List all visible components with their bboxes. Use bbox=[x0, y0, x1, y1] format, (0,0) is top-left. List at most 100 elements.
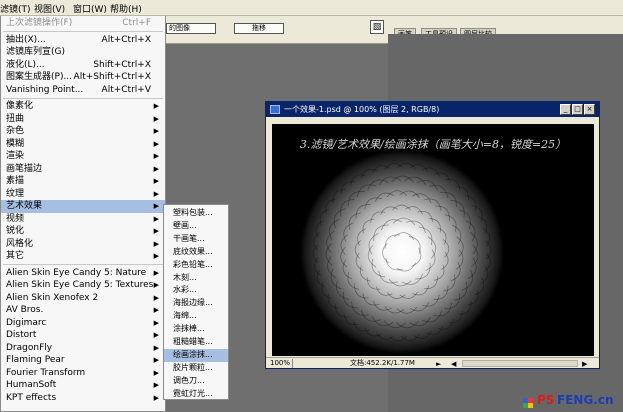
menu-item-plugin-3[interactable]: AV Bros. ▶ bbox=[1, 304, 165, 317]
menu-item-filter-0[interactable]: 像素化 ▶ bbox=[1, 100, 165, 113]
submenu-item-label: 水彩... bbox=[173, 285, 197, 295]
menu-item-shortcut: Shift+Ctrl+X bbox=[93, 59, 151, 70]
menu-item-filter-3[interactable]: 模糊 ▶ bbox=[1, 138, 165, 151]
submenu-item-14[interactable]: 霓虹灯光... bbox=[164, 388, 228, 401]
close-icon[interactable]: × bbox=[584, 104, 595, 115]
menu-item-filter-6[interactable]: 素描 ▶ bbox=[1, 175, 165, 188]
menu-item-shortcut: Alt+Ctrl+V bbox=[101, 84, 151, 95]
status-arrow-icon[interactable]: ► bbox=[436, 359, 441, 370]
submenu-item-10[interactable]: 粗糙蜡笔... bbox=[164, 336, 228, 349]
watermark-right: FENG.cn bbox=[557, 393, 614, 407]
menu-item-label: KPT effects bbox=[6, 392, 57, 403]
menu-item-label: Digimarc bbox=[6, 317, 47, 328]
menu-item-plugin-6[interactable]: DragonFly ▶ bbox=[1, 342, 165, 355]
submenu-item-label: 干画笔... bbox=[173, 233, 205, 243]
submenu-arrow-icon: ▶ bbox=[153, 127, 159, 135]
menu-item-plugin-0[interactable]: Alien Skin Eye Candy 5: Nature ▶ bbox=[1, 267, 165, 280]
submenu-item-2[interactable]: 干画笔... bbox=[164, 233, 228, 246]
menu-item-label: 图案生成器(P)... bbox=[6, 72, 73, 82]
menu-separator bbox=[3, 264, 163, 265]
menu-filter[interactable]: 滤镜(T) bbox=[0, 2, 31, 15]
submenu-arrow-icon: ▶ bbox=[153, 252, 159, 260]
menu-item-plugin-9[interactable]: HumanSoft ▶ bbox=[1, 379, 165, 392]
menu-item-top-0: 上次滤镜操作(F) Ctrl+F bbox=[1, 17, 165, 30]
submenu-item-6[interactable]: 水彩... bbox=[164, 284, 228, 297]
menu-item-plugin-4[interactable]: Digimarc ▶ bbox=[1, 317, 165, 330]
menu-item-filter-9[interactable]: 视频 ▶ bbox=[1, 213, 165, 226]
submenu-arrow-icon: ▶ bbox=[153, 177, 159, 185]
submenu-arrow-icon: ▶ bbox=[153, 164, 159, 173]
submenu-item-label: 粗糙蜡笔... bbox=[173, 337, 213, 346]
menu-item-label: 素描 bbox=[6, 176, 25, 186]
image-canvas[interactable]: 3.滤镜/艺术效果/绘画涂抹（画笔大小=8，锐度=25） bbox=[272, 124, 594, 356]
submenu-item-12[interactable]: 胶片颗粒... bbox=[164, 362, 228, 375]
menu-item-plugin-2[interactable]: Alien Skin Xenofex 2 ▶ bbox=[1, 292, 165, 305]
menu-item-top-1[interactable]: 抽出(X)... Alt+Ctrl+X bbox=[1, 34, 165, 47]
menu-item-shortcut: Alt+Shift+Ctrl+X bbox=[73, 72, 151, 82]
menu-item-label: 滤镜库列宣(G) bbox=[6, 47, 65, 57]
artistic-submenu: 塑料包装... 壁画... 干画笔... 底纹效果... 彩色铅笔... 木刻... 水彩.… bbox=[163, 204, 229, 400]
menu-item-filter-10[interactable]: 锐化 ▶ bbox=[1, 225, 165, 238]
submenu-arrow-icon: ▶ bbox=[153, 331, 159, 339]
submenu-item-7[interactable]: 海报边缘... bbox=[164, 297, 228, 310]
scroll-left-icon[interactable]: ◀ bbox=[451, 359, 456, 370]
menu-help[interactable]: 帮助(H) bbox=[110, 2, 142, 15]
minimize-icon[interactable]: _ bbox=[560, 104, 571, 115]
submenu-item-5[interactable]: 木刻... bbox=[164, 272, 228, 285]
submenu-item-11[interactable]: 绘画涂抹... bbox=[164, 348, 228, 362]
menu-item-plugin-10[interactable]: KPT effects ▶ bbox=[1, 392, 165, 405]
submenu-arrow-icon: ▶ bbox=[153, 202, 159, 210]
maximize-icon[interactable]: □ bbox=[572, 104, 583, 115]
submenu-item-label: 海绵... bbox=[173, 311, 197, 321]
submenu-item-3[interactable]: 底纹效果... bbox=[164, 246, 228, 259]
menu-item-top-2[interactable]: 滤镜库列宣(G) bbox=[1, 46, 165, 59]
menu-item-top-3[interactable]: 液化(L)... Shift+Ctrl+X bbox=[1, 59, 165, 72]
menu-item-filter-12[interactable]: 其它 ▶ bbox=[1, 250, 165, 263]
menu-item-shortcut: Alt+Ctrl+X bbox=[101, 34, 151, 45]
menu-item-plugin-8[interactable]: Fourier Transform ▶ bbox=[1, 367, 165, 380]
submenu-item-4[interactable]: 彩色铅笔... bbox=[164, 259, 228, 272]
submenu-item-8[interactable]: 海绵... bbox=[164, 310, 228, 323]
menu-window[interactable]: 窗口(W) bbox=[73, 2, 107, 15]
menu-item-filter-2[interactable]: 杂色 ▶ bbox=[1, 125, 165, 138]
option-button-image[interactable]: 的图像 bbox=[166, 23, 216, 34]
menu-item-top-4[interactable]: 图案生成器(P)... Alt+Shift+Ctrl+X bbox=[1, 71, 165, 84]
menu-item-plugin-5[interactable]: Distort ▶ bbox=[1, 329, 165, 342]
menu-item-filter-11[interactable]: 风格化 ▶ bbox=[1, 238, 165, 251]
submenu-item-label: 木刻... bbox=[173, 272, 197, 282]
submenu-item-13[interactable]: 调色刀... bbox=[164, 375, 228, 388]
submenu-arrow-icon: ▶ bbox=[153, 368, 159, 377]
menu-item-label: Alien Skin Xenofex 2 bbox=[6, 292, 99, 303]
menu-separator bbox=[3, 97, 163, 99]
menu-item-filter-4[interactable]: 渲染 ▶ bbox=[1, 150, 165, 163]
submenu-arrow-icon: ▶ bbox=[153, 239, 159, 248]
menu-item-filter-7[interactable]: 纹理 ▶ bbox=[1, 188, 165, 201]
horizontal-scrollbar[interactable] bbox=[462, 360, 578, 367]
scroll-right-icon[interactable]: ▶ bbox=[582, 359, 587, 370]
option-button-drag[interactable]: 拖移 bbox=[234, 23, 284, 34]
menu-item-label: 上次滤镜操作(F) bbox=[6, 18, 73, 28]
menu-item-label: Alien Skin Eye Candy 5: Textures bbox=[6, 280, 154, 290]
palette-well-icon[interactable]: ▧ bbox=[370, 20, 384, 34]
submenu-item-9[interactable]: 涂抹棒... bbox=[164, 323, 228, 336]
menu-item-plugin-7[interactable]: Flaming Pear ▶ bbox=[1, 354, 165, 367]
menu-item-plugin-1[interactable]: Alien Skin Eye Candy 5: Textures ▶ bbox=[1, 279, 165, 292]
menu-item-filter-8[interactable]: 艺术效果 ▶ bbox=[1, 200, 165, 213]
menu-item-filter-1[interactable]: 扭曲 ▶ bbox=[1, 113, 165, 126]
document-title-bar[interactable]: 一个效果-1.psd @ 100% (图层 2, RGB/8) _ □ × bbox=[266, 102, 599, 117]
submenu-arrow-icon: ▶ bbox=[153, 152, 159, 160]
menu-view[interactable]: 视图(V) bbox=[34, 2, 65, 15]
painted-glow-image bbox=[272, 124, 594, 356]
menu-separator bbox=[3, 31, 163, 32]
menu-item-filter-5[interactable]: 画笔描边 ▶ bbox=[1, 163, 165, 176]
menu-item-top-5[interactable]: Vanishing Point... Alt+Ctrl+V bbox=[1, 84, 165, 97]
submenu-item-1[interactable]: 壁画... bbox=[164, 220, 228, 233]
submenu-item-0[interactable]: 塑料包装... bbox=[164, 207, 228, 220]
menu-item-label: Fourier Transform bbox=[6, 367, 86, 378]
menu-item-label: 锐化 bbox=[6, 226, 25, 236]
zoom-level[interactable]: 100% bbox=[270, 358, 290, 369]
submenu-arrow-icon: ▶ bbox=[153, 318, 159, 327]
submenu-arrow-icon: ▶ bbox=[153, 293, 159, 302]
document-window[interactable]: 一个效果-1.psd @ 100% (图层 2, RGB/8) _ □ × 3.… bbox=[265, 101, 600, 369]
submenu-item-label: 霓虹灯光... bbox=[173, 388, 213, 398]
